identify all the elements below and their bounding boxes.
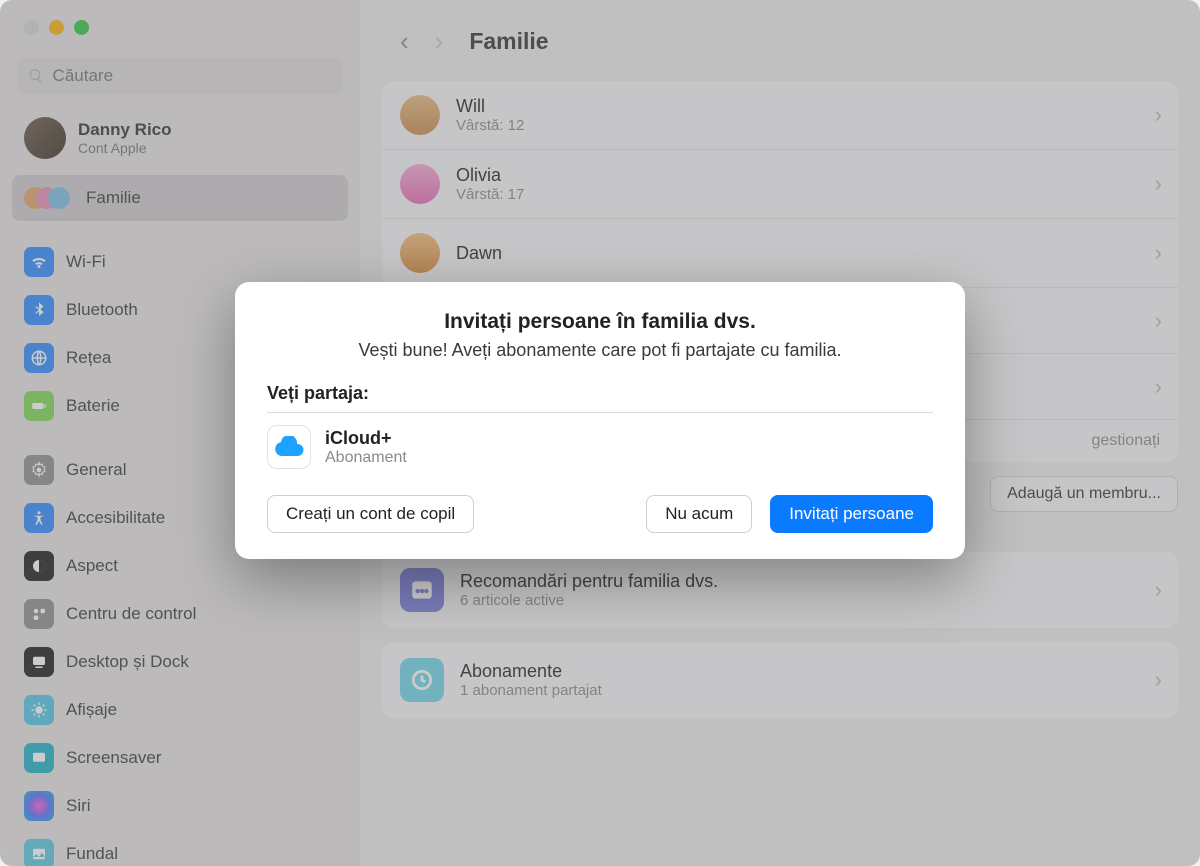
invite-people-button[interactable]: Invitați persoane — [770, 495, 933, 533]
settings-window: Danny Rico Cont Apple Familie Wi-Fi Blue… — [0, 0, 1200, 866]
share-item-name: iCloud+ — [325, 428, 407, 449]
modal-overlay: Invitați persoane în familia dvs. Vești … — [0, 0, 1200, 866]
modal-subtitle: Vești bune! Aveți abonamente care pot fi… — [267, 340, 933, 361]
divider — [267, 412, 933, 413]
modal-buttons: Creați un cont de copil Nu acum Invitați… — [267, 495, 933, 533]
icloud-icon — [267, 425, 311, 469]
invite-modal: Invitați persoane în familia dvs. Vești … — [235, 282, 965, 559]
modal-title: Invitați persoane în familia dvs. — [267, 310, 933, 334]
not-now-button[interactable]: Nu acum — [646, 495, 752, 533]
create-child-account-button[interactable]: Creați un cont de copil — [267, 495, 474, 533]
share-item-sub: Abonament — [325, 449, 407, 467]
share-heading: Veți partaja: — [267, 383, 933, 404]
share-item-row: iCloud+ Abonament — [267, 425, 933, 469]
